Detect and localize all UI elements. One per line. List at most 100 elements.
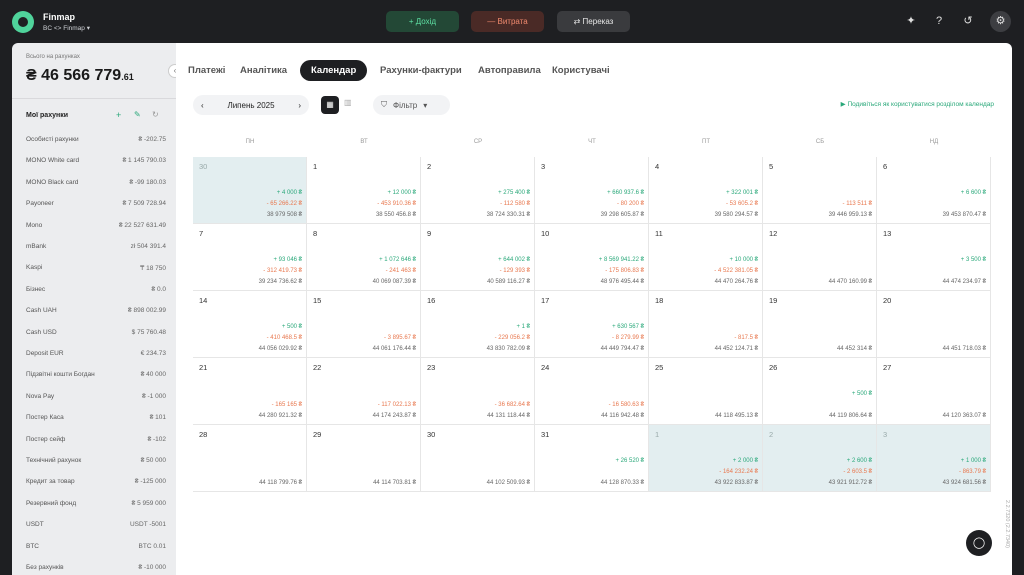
- total-balance: ₴ 46 566 779.61: [26, 67, 134, 84]
- account-item[interactable]: Резервний фонд ₴ 5 959 000: [26, 500, 166, 507]
- balance-amount: 44 470 264.76 ₴: [714, 279, 758, 285]
- tab-item[interactable]: Користувачі: [552, 65, 610, 76]
- calendar-day-cell[interactable]: 8 + 1 072 646 ₴ - 241 463 ₴ 40 069 087.39 ₴: [307, 224, 421, 291]
- calendar-day-cell[interactable]: 24 - 16 580.63 ₴ 44 116 942.48 ₴: [535, 358, 649, 425]
- day-number: 30: [427, 430, 436, 439]
- account-item[interactable]: Технічний рахунок ₴ 50 000: [26, 457, 166, 464]
- edit-icon[interactable]: ✎: [134, 110, 141, 119]
- day-number: 6: [883, 162, 888, 171]
- calendar-day-cell[interactable]: 15 - 3 895.67 ₴ 44 061 176.44 ₴: [307, 291, 421, 358]
- calendar-day-cell[interactable]: 5 - 113 511 ₴ 39 446 959.13 ₴: [763, 157, 877, 224]
- calendar-day-cell[interactable]: 23 - 36 682.64 ₴ 44 131 118.44 ₴: [421, 358, 535, 425]
- calendar-day-cell[interactable]: 21 - 165 165 ₴ 44 280 921.32 ₴: [193, 358, 307, 425]
- tab-item[interactable]: Платежі: [188, 65, 225, 76]
- add-expense-button[interactable]: — Витрата: [471, 11, 544, 32]
- calendar-day-cell[interactable]: 22 - 117 022.13 ₴ 44 174 243.87 ₴: [307, 358, 421, 425]
- day-number: 11: [655, 229, 663, 238]
- tab-item[interactable]: Рахунки-фактури: [380, 65, 462, 76]
- day-number: 9: [427, 229, 432, 238]
- add-income-button[interactable]: + Дохід: [386, 11, 459, 32]
- account-item[interactable]: Mono ₴ 22 527 631.49: [26, 222, 166, 229]
- calendar-day-cell[interactable]: 29 44 114 703.81 ₴: [307, 425, 421, 492]
- account-item[interactable]: Постер Каса ₴ 101: [26, 414, 166, 421]
- calendar-day-cell[interactable]: 25 44 118 495.13 ₴: [649, 358, 763, 425]
- account-item[interactable]: BTC BTC 0.01: [26, 543, 166, 550]
- refresh-icon[interactable]: ↻: [152, 110, 159, 119]
- day-number: 10: [541, 229, 550, 238]
- calendar-day-cell[interactable]: 4 + 322 001 ₴ - 53 605.2 ₴ 39 580 294.57 ₴: [649, 157, 763, 224]
- calendar-day-cell[interactable]: 17 + 630 567 ₴ - 8 279.99 ₴ 44 449 794.47 ₴: [535, 291, 649, 358]
- account-item[interactable]: Payoneer ₴ 7 509 728.94: [26, 200, 166, 207]
- history-icon[interactable]: ↺: [961, 14, 975, 28]
- add-account-icon[interactable]: +: [116, 110, 121, 120]
- filter-button[interactable]: ⛉ Фільтр ▾: [373, 95, 450, 115]
- calendar-day-cell[interactable]: 10 + 8 569 941.22 ₴ - 175 806.83 ₴ 48 976 4…: [535, 224, 649, 291]
- gear-icon[interactable]: ⚙: [990, 11, 1011, 32]
- calendar-day-cell[interactable]: 18 - 817.5 ₴ 44 452 124.71 ₴: [649, 291, 763, 358]
- account-item[interactable]: MONO White card ₴ 1 145 790.03: [26, 157, 166, 164]
- day-number: 1: [655, 430, 660, 439]
- chevron-down-icon[interactable]: ▾: [423, 101, 427, 110]
- help-icon[interactable]: ?: [932, 14, 946, 28]
- day-number: 26: [769, 363, 778, 372]
- calendar-day-cell[interactable]: 30 + 4 000 ₴ - 65 266.22 ₴ 38 979 508 ₴: [193, 157, 307, 224]
- tab-item[interactable]: Аналітика: [240, 65, 287, 76]
- calendar-day-cell[interactable]: 31 + 26 520 ₴ 44 128 870.33 ₴: [535, 425, 649, 492]
- month-switcher[interactable]: ‹ Липень 2025 ›: [193, 95, 309, 115]
- calendar-day-cell[interactable]: 3 + 660 937.6 ₴ - 80 200 ₴ 39 298 605.87 ₴: [535, 157, 649, 224]
- chart-view-icon[interactable]: ▥: [344, 98, 352, 107]
- next-month-icon[interactable]: ›: [298, 101, 301, 110]
- account-item[interactable]: mBank zł 504 391.4: [26, 243, 166, 250]
- account-item[interactable]: Cash USD $ 75 760.48: [26, 329, 166, 336]
- calendar-day-cell[interactable]: 13 + 3 500 ₴ 44 474 234.97 ₴: [877, 224, 991, 291]
- account-item[interactable]: Постер сейф ₴ -102: [26, 436, 166, 443]
- account-item[interactable]: Cash UAH ₴ 898 002.99: [26, 307, 166, 314]
- calendar-day-cell[interactable]: 9 + 644 002 ₴ - 129 393 ₴ 40 589 116.27 ₴: [421, 224, 535, 291]
- account-item[interactable]: MONO Black card ₴ -99 180.03: [26, 179, 166, 186]
- calendar-day-cell[interactable]: 2 + 275 400 ₴ - 112 580 ₴ 38 724 330.31 ₴: [421, 157, 535, 224]
- calendar-day-cell[interactable]: 12 44 470 160.99 ₴: [763, 224, 877, 291]
- account-item[interactable]: Deposit EUR € 234.73: [26, 350, 166, 357]
- day-number: 3: [883, 430, 888, 439]
- calendar-day-cell[interactable]: 30 44 102 509.93 ₴: [421, 425, 535, 492]
- calendar-day-cell[interactable]: 16 + 1 ₴ - 229 056.2 ₴ 43 830 782.09 ₴: [421, 291, 535, 358]
- calendar-day-cell[interactable]: 26 + 500 ₴ 44 119 806.64 ₴: [763, 358, 877, 425]
- account-name: Підзвітні кошти Богдан: [26, 371, 95, 379]
- calendar-day-cell[interactable]: 3 + 1 000 ₴ - 863.79 ₴ 43 924 681.56 ₴: [877, 425, 991, 492]
- help-link[interactable]: ▶ Подивіться як користуватися розділом к…: [841, 100, 994, 108]
- account-item[interactable]: USDT USDT -5001: [26, 521, 166, 528]
- income-amount: + 1 000 ₴: [960, 458, 986, 464]
- calendar-day-cell[interactable]: 28 44 118 799.76 ₴: [193, 425, 307, 492]
- calendar-day-cell[interactable]: 2 + 2 600 ₴ - 2 603.5 ₴ 43 921 912.72 ₴: [763, 425, 877, 492]
- account-item[interactable]: Підзвітні кошти Богдан ₴ 40 000: [26, 371, 166, 378]
- chat-icon[interactable]: ◯: [966, 530, 992, 556]
- calendar-day-cell[interactable]: 14 + 500 ₴ - 410 468.5 ₴ 44 056 029.92 ₴: [193, 291, 307, 358]
- expense-amount: - 3 895.67 ₴: [383, 335, 416, 341]
- calendar-day-cell[interactable]: 20 44 451 718.03 ₴: [877, 291, 991, 358]
- calendar-day-cell[interactable]: 27 44 120 363.07 ₴: [877, 358, 991, 425]
- workspace-selector[interactable]: BC <> Finmap ▾: [43, 24, 90, 32]
- account-item[interactable]: Бізнес ₴ 0.0: [26, 286, 166, 293]
- calendar-day-cell[interactable]: 19 44 452 314 ₴: [763, 291, 877, 358]
- account-item[interactable]: Кредит за товар ₴ -125 000: [26, 478, 166, 485]
- account-item[interactable]: Особисті рахунки ₴ -202.75: [26, 136, 166, 143]
- calendar-day-cell[interactable]: 1 + 12 000 ₴ - 453 910.36 ₴ 38 550 456.8 ₴: [307, 157, 421, 224]
- main-panel: Платежі Аналітика Календар Рахунки-фактури А…: [176, 43, 1012, 575]
- balance-amount: 40 589 116.27 ₴: [487, 279, 530, 285]
- tab-item[interactable]: Календар: [300, 60, 368, 81]
- account-name: Особисті рахунки: [26, 136, 79, 143]
- day-number: 12: [769, 229, 778, 238]
- account-item[interactable]: Kaspi ₸ 18 750: [26, 264, 166, 272]
- calendar-day-cell[interactable]: 7 + 93 046 ₴ - 312 419.73 ₴ 39 234 736.62 ₴: [193, 224, 307, 291]
- account-balance: ₴ 1 145 790.03: [122, 157, 166, 165]
- add-transfer-button[interactable]: ⇄ Переказ: [557, 11, 630, 32]
- account-item[interactable]: Без рахунків ₴ -10 000: [26, 564, 166, 571]
- calendar-day-cell[interactable]: 11 + 10 000 ₴ - 4 522 381.05 ₴ 44 470 264.7…: [649, 224, 763, 291]
- calendar-view-button[interactable]: ▦: [321, 96, 339, 114]
- calendar-day-cell[interactable]: 1 + 2 000 ₴ - 164 232.24 ₴ 43 922 833.87 ₴: [649, 425, 763, 492]
- prev-month-icon[interactable]: ‹: [201, 101, 204, 110]
- calendar-day-cell[interactable]: 6 + 6 600 ₴ 39 453 870.47 ₴: [877, 157, 991, 224]
- sparkle-icon[interactable]: ✦: [904, 14, 918, 28]
- account-item[interactable]: Nova Pay ₴ -1 000: [26, 393, 166, 400]
- tab-item[interactable]: Автоправила: [478, 65, 541, 76]
